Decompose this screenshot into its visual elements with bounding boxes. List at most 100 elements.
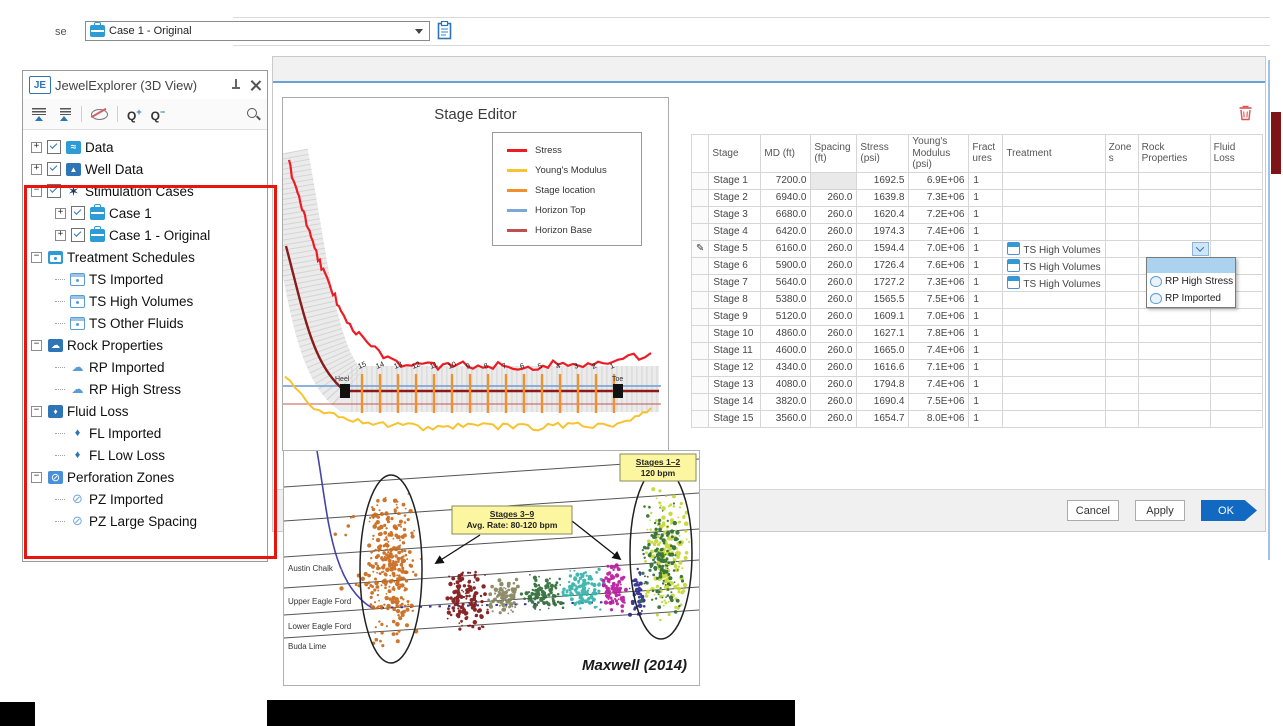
cell-stage[interactable]: Stage 10 bbox=[709, 325, 761, 342]
cell-md[interactable]: 4340.0 bbox=[761, 359, 811, 376]
tree-checkbox[interactable] bbox=[71, 228, 85, 242]
cell-youngs[interactable]: 8.0E+06 bbox=[909, 410, 969, 427]
cell-spacing[interactable]: 260.0 bbox=[811, 325, 857, 342]
cell-youngs[interactable]: 7.5E+06 bbox=[909, 393, 969, 410]
table-row-9[interactable]: Stage 95120.0260.01609.17.0E+061 bbox=[692, 308, 1263, 325]
table-row-5[interactable]: ✎Stage 56160.0260.01594.47.0E+061TS High… bbox=[692, 240, 1263, 257]
tree-item-ts-high-volumes[interactable]: TS High Volumes bbox=[23, 290, 267, 312]
column-header-stage[interactable]: Stage bbox=[709, 135, 761, 173]
cell-rock[interactable] bbox=[1138, 359, 1210, 376]
cell-fractures[interactable]: 1 bbox=[969, 359, 1003, 376]
cell-zones[interactable] bbox=[1105, 325, 1138, 342]
column-header-stress[interactable]: Stress (psi) bbox=[857, 135, 909, 173]
cell-treatment[interactable] bbox=[1003, 410, 1105, 427]
cell-fluid[interactable] bbox=[1210, 223, 1262, 240]
dropdown-blank-selected-item[interactable] bbox=[1147, 258, 1235, 273]
cell-stress[interactable]: 1726.4 bbox=[857, 257, 909, 274]
cell-zones[interactable] bbox=[1105, 342, 1138, 359]
row-selector[interactable] bbox=[692, 189, 709, 206]
cell-treatment[interactable]: TS High Volumes bbox=[1003, 240, 1105, 257]
cell-spacing[interactable]: 260.0 bbox=[811, 376, 857, 393]
cell-fluid[interactable] bbox=[1210, 376, 1262, 393]
cell-spacing[interactable]: 260.0 bbox=[811, 308, 857, 325]
cell-zones[interactable] bbox=[1105, 240, 1138, 257]
tree-item-rock-properties[interactable]: −☁Rock Properties bbox=[23, 334, 267, 356]
cell-fractures[interactable]: 1 bbox=[969, 325, 1003, 342]
row-selector[interactable] bbox=[692, 172, 709, 189]
close-icon[interactable] bbox=[251, 80, 261, 90]
cell-md[interactable]: 6940.0 bbox=[761, 189, 811, 206]
cell-md[interactable]: 4860.0 bbox=[761, 325, 811, 342]
tree-item-rp-imported[interactable]: ☁RP Imported bbox=[23, 356, 267, 378]
cell-zones[interactable] bbox=[1105, 376, 1138, 393]
cell-zones[interactable] bbox=[1105, 393, 1138, 410]
expand-expander-icon[interactable]: + bbox=[31, 142, 42, 153]
cell-stress[interactable]: 1727.2 bbox=[857, 274, 909, 291]
cell-treatment[interactable] bbox=[1003, 325, 1105, 342]
delete-icon[interactable] bbox=[1238, 104, 1253, 121]
row-selector[interactable] bbox=[692, 308, 709, 325]
column-header-treatment[interactable]: Treatment bbox=[1003, 135, 1105, 173]
cell-zones[interactable] bbox=[1105, 274, 1138, 291]
column-header-md[interactable]: MD (ft) bbox=[761, 135, 811, 173]
row-selector[interactable] bbox=[692, 410, 709, 427]
cell-spacing[interactable]: 260.0 bbox=[811, 206, 857, 223]
apply-button[interactable]: Apply bbox=[1135, 500, 1185, 521]
cell-treatment[interactable]: TS High Volumes bbox=[1003, 274, 1105, 291]
cell-treatment[interactable] bbox=[1003, 291, 1105, 308]
cell-spacing[interactable]: 260.0 bbox=[811, 393, 857, 410]
tree-item-fluid-loss[interactable]: −♦Fluid Loss bbox=[23, 400, 267, 422]
row-selector[interactable] bbox=[692, 206, 709, 223]
cell-stress[interactable]: 1639.8 bbox=[857, 189, 909, 206]
tree-item-perforation-zones[interactable]: −⊘Perforation Zones bbox=[23, 466, 267, 488]
cell-zones[interactable] bbox=[1105, 308, 1138, 325]
cell-treatment[interactable] bbox=[1003, 342, 1105, 359]
cell-rock[interactable] bbox=[1138, 223, 1210, 240]
cell-fractures[interactable]: 1 bbox=[969, 410, 1003, 427]
tree-item-fl-imported[interactable]: ♦FL Imported bbox=[23, 422, 267, 444]
tree-item-stimulation-cases[interactable]: −✶Stimulation Cases bbox=[23, 180, 267, 202]
cell-spacing[interactable]: 260.0 bbox=[811, 359, 857, 376]
cell-stress[interactable]: 1594.4 bbox=[857, 240, 909, 257]
cell-stress[interactable]: 1627.1 bbox=[857, 325, 909, 342]
tree-checkbox[interactable] bbox=[47, 140, 61, 154]
cell-zones[interactable] bbox=[1105, 206, 1138, 223]
tree-item-ts-imported[interactable]: TS Imported bbox=[23, 268, 267, 290]
tree-item-pz-large-spacing[interactable]: ⊘PZ Large Spacing bbox=[23, 510, 267, 532]
cell-md[interactable]: 6420.0 bbox=[761, 223, 811, 240]
cell-fluid[interactable] bbox=[1210, 308, 1262, 325]
column-header-fractures[interactable]: Fractures bbox=[969, 135, 1003, 173]
row-selector[interactable] bbox=[692, 274, 709, 291]
cell-spacing[interactable]: 260.0 bbox=[811, 240, 857, 257]
case-selector[interactable]: Case 1 - Original bbox=[85, 21, 430, 41]
cell-youngs[interactable]: 7.2E+06 bbox=[909, 206, 969, 223]
hide-eye-icon[interactable] bbox=[91, 109, 108, 120]
table-row-11[interactable]: Stage 114600.0260.01665.07.4E+061 bbox=[692, 342, 1263, 359]
cell-stress[interactable]: 1620.4 bbox=[857, 206, 909, 223]
cell-stage[interactable]: Stage 15 bbox=[709, 410, 761, 427]
cell-stage[interactable]: Stage 7 bbox=[709, 274, 761, 291]
tree-item-ts-other-fluids[interactable]: TS Other Fluids bbox=[23, 312, 267, 334]
zoom-out-button[interactable]: Q− bbox=[151, 106, 166, 122]
cell-youngs[interactable]: 7.1E+06 bbox=[909, 359, 969, 376]
zoom-in-button[interactable]: Q+ bbox=[127, 106, 142, 122]
cell-stress[interactable]: 1794.8 bbox=[857, 376, 909, 393]
table-row-14[interactable]: Stage 143820.0260.01690.47.5E+061 bbox=[692, 393, 1263, 410]
cell-zones[interactable] bbox=[1105, 291, 1138, 308]
collapse-expander-icon[interactable]: − bbox=[31, 252, 42, 263]
dropdown-item-rp-imported[interactable]: RP Imported bbox=[1147, 290, 1235, 307]
cell-youngs[interactable]: 7.8E+06 bbox=[909, 325, 969, 342]
clipboard-icon[interactable] bbox=[437, 21, 453, 41]
table-row-13[interactable]: Stage 134080.0260.01794.87.4E+061 bbox=[692, 376, 1263, 393]
cell-treatment[interactable] bbox=[1003, 376, 1105, 393]
cell-treatment[interactable] bbox=[1003, 223, 1105, 240]
cell-fractures[interactable]: 1 bbox=[969, 274, 1003, 291]
cell-stress[interactable]: 1974.3 bbox=[857, 223, 909, 240]
cell-treatment[interactable] bbox=[1003, 172, 1105, 189]
cell-md[interactable]: 3560.0 bbox=[761, 410, 811, 427]
cell-md[interactable]: 5380.0 bbox=[761, 291, 811, 308]
cell-fractures[interactable]: 1 bbox=[969, 240, 1003, 257]
cell-stress[interactable]: 1692.5 bbox=[857, 172, 909, 189]
cell-md[interactable]: 4080.0 bbox=[761, 376, 811, 393]
row-selector[interactable] bbox=[692, 359, 709, 376]
